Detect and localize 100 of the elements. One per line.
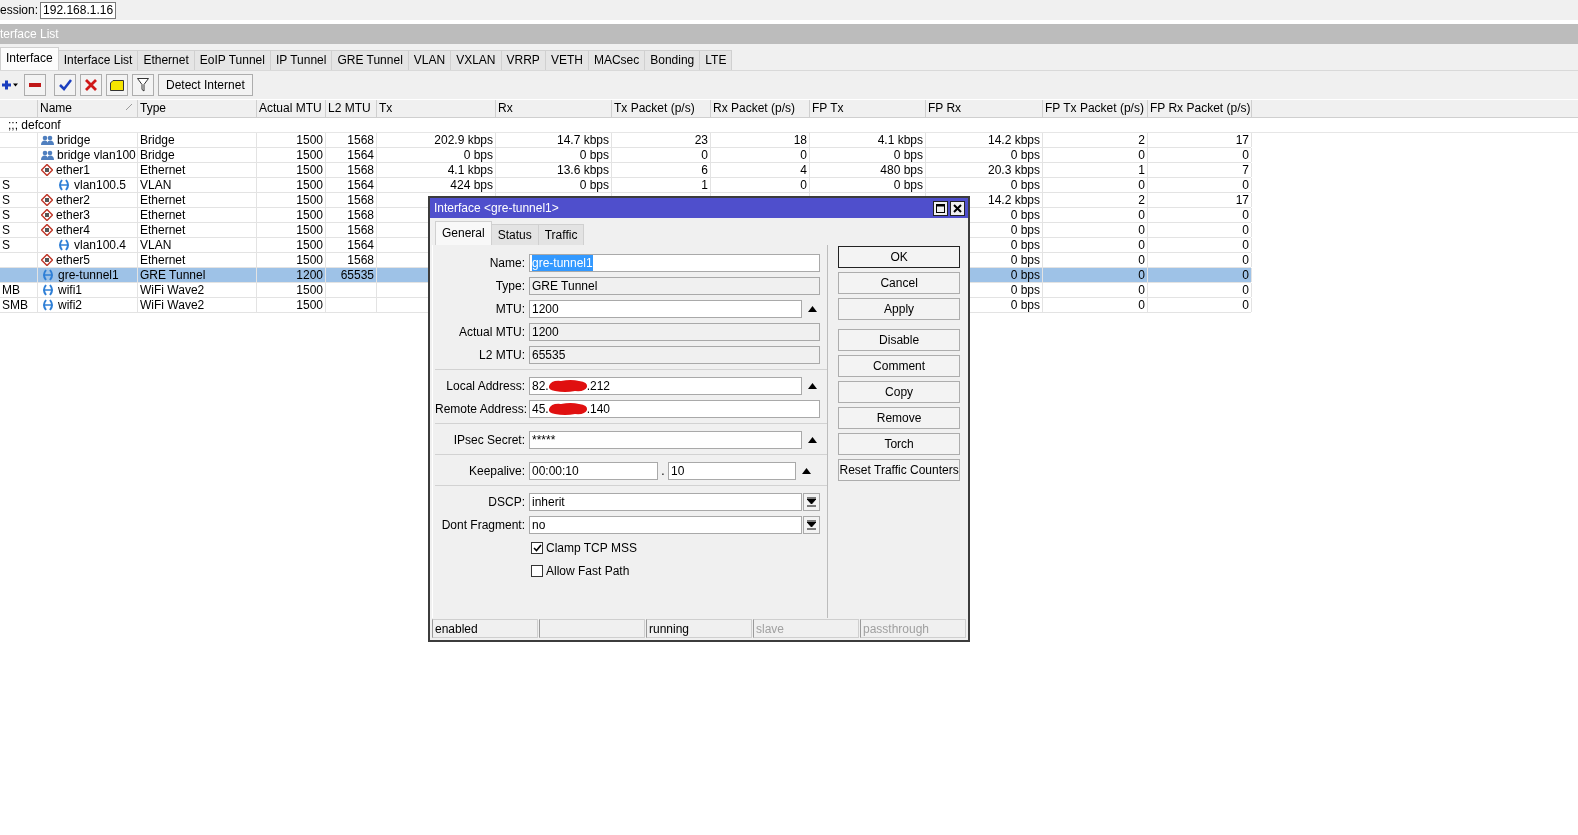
table-cell: 1568 bbox=[326, 223, 377, 237]
table-cell: Ethernet bbox=[138, 208, 257, 222]
checkbox-label: Clamp TCP MSS bbox=[546, 540, 637, 555]
table-cell: 0 bps bbox=[926, 178, 1043, 192]
table-cell: 0 bbox=[711, 178, 810, 192]
table-cell: 0 bps bbox=[810, 148, 926, 162]
table-cell: 1568 bbox=[326, 208, 377, 222]
status-field: enabled bbox=[432, 619, 538, 638]
table-cell: 4.1 kbps bbox=[377, 163, 496, 177]
interface-name: vlan100.5 bbox=[74, 178, 127, 192]
flag-cell: S bbox=[0, 208, 38, 222]
table-cell: 0 bbox=[1043, 148, 1148, 162]
flag-cell: MB bbox=[0, 283, 38, 297]
table-cell: 17 bbox=[1148, 133, 1252, 147]
table-cell: 1500 bbox=[257, 133, 326, 147]
table-cell: 14.2 kbps bbox=[926, 133, 1043, 147]
table-cell: 1500 bbox=[257, 253, 326, 267]
session-label: ession: bbox=[0, 3, 39, 17]
table-cell: 0 bbox=[1148, 148, 1252, 162]
readonly-field: GRE Tunnel bbox=[529, 276, 820, 295]
separator-text: . bbox=[660, 463, 666, 478]
table-cell: Ethernet bbox=[138, 253, 257, 267]
table-cell: 4.1 kbps bbox=[810, 133, 926, 147]
table-cell: 2 bbox=[1043, 133, 1148, 147]
interface-name: ether4 bbox=[56, 223, 91, 237]
interface-name: ether3 bbox=[56, 208, 91, 222]
table-cell: 0 bbox=[1148, 178, 1252, 192]
table-cell: 17 bbox=[1148, 193, 1252, 207]
table-cell: WiFi Wave2 bbox=[138, 283, 257, 297]
table-cell: 23 bbox=[612, 133, 711, 147]
checkbox-label: Allow Fast Path bbox=[546, 563, 630, 578]
field-label: Name: bbox=[488, 255, 526, 270]
field-label: DSCP: bbox=[487, 494, 526, 509]
flag-cell: S bbox=[0, 193, 38, 207]
interface-name: gre-tunnel1 bbox=[58, 268, 119, 282]
table-cell: 0 bps bbox=[496, 178, 612, 192]
table-cell: 2 bbox=[1043, 193, 1148, 207]
table-cell: 0 bbox=[1148, 283, 1252, 297]
table-cell: 0 bbox=[1043, 268, 1148, 282]
flag-cell: S bbox=[0, 178, 38, 192]
comment-text: ;;; defconf bbox=[8, 118, 61, 132]
field-label: Remote Address: bbox=[435, 401, 529, 416]
field-label: L2 MTU: bbox=[478, 347, 526, 362]
interface-name: bridge bbox=[57, 133, 91, 147]
table-cell: 1500 bbox=[257, 163, 326, 177]
table-cell: 0 bbox=[1043, 223, 1148, 237]
table-cell: Bridge bbox=[138, 133, 257, 147]
table-cell: 18 bbox=[711, 133, 810, 147]
table-cell: 1500 bbox=[257, 178, 326, 192]
table-cell: 0 bbox=[1148, 238, 1252, 252]
table-cell: 0 bps bbox=[496, 148, 612, 162]
table-cell: 0 bbox=[1043, 253, 1148, 267]
field-label: Local Address: bbox=[445, 378, 526, 393]
table-cell: 1564 bbox=[326, 148, 377, 162]
table-cell: 1 bbox=[612, 178, 711, 192]
table-cell: 1500 bbox=[257, 238, 326, 252]
field-label: Keepalive: bbox=[467, 463, 526, 478]
table-cell: 0 bbox=[1043, 283, 1148, 297]
table-cell: 1500 bbox=[257, 193, 326, 207]
table-cell: 202.9 kbps bbox=[377, 133, 496, 147]
table-cell: 0 bbox=[1148, 208, 1252, 222]
field-label: MTU: bbox=[494, 301, 526, 316]
table-cell: 0 bbox=[1148, 268, 1252, 282]
table-cell: 0 bbox=[1043, 298, 1148, 312]
table-cell: 424 bps bbox=[377, 178, 496, 192]
table-cell: 1568 bbox=[326, 163, 377, 177]
table-cell: 1200 bbox=[257, 268, 326, 282]
table-cell: Ethernet bbox=[138, 193, 257, 207]
table-cell: 1564 bbox=[326, 238, 377, 252]
table-cell: 0 bbox=[1043, 208, 1148, 222]
table-cell: 1500 bbox=[257, 283, 326, 297]
table-cell: 0 bps bbox=[377, 148, 496, 162]
table-cell: 65535 bbox=[326, 268, 377, 282]
table-cell: 1500 bbox=[257, 148, 326, 162]
table-cell: 4 bbox=[711, 163, 810, 177]
status-field: passthrough bbox=[860, 619, 966, 638]
field-label: IPsec Secret: bbox=[452, 432, 526, 447]
table-cell: 1564 bbox=[326, 178, 377, 192]
table-cell: 14.7 kbps bbox=[496, 133, 612, 147]
table-cell: VLAN bbox=[138, 238, 257, 252]
table-cell: 0 bps bbox=[926, 148, 1043, 162]
table-cell: WiFi Wave2 bbox=[138, 298, 257, 312]
table-cell: 0 bbox=[711, 148, 810, 162]
table-cell: GRE Tunnel bbox=[138, 268, 257, 282]
table-cell: 7 bbox=[1148, 163, 1252, 177]
field-label: Dont Fragment: bbox=[440, 517, 526, 532]
table-cell: Ethernet bbox=[138, 163, 257, 177]
readonly-field: 65535 bbox=[529, 345, 820, 364]
table-cell: 0 bbox=[1148, 253, 1252, 267]
table-cell: Bridge bbox=[138, 148, 257, 162]
table-cell: 1500 bbox=[257, 298, 326, 312]
table-cell: 13.6 kbps bbox=[496, 163, 612, 177]
table-cell: 1568 bbox=[326, 253, 377, 267]
table-cell: 6 bbox=[612, 163, 711, 177]
table-cell: 480 bps bbox=[810, 163, 926, 177]
window-title: terface List bbox=[0, 24, 1578, 44]
status-field: slave bbox=[753, 619, 859, 638]
interface-name: vlan100.4 bbox=[74, 238, 127, 252]
table-cell: 1500 bbox=[257, 208, 326, 222]
dialog-title: Interface <gre-tunnel1> bbox=[434, 201, 560, 215]
